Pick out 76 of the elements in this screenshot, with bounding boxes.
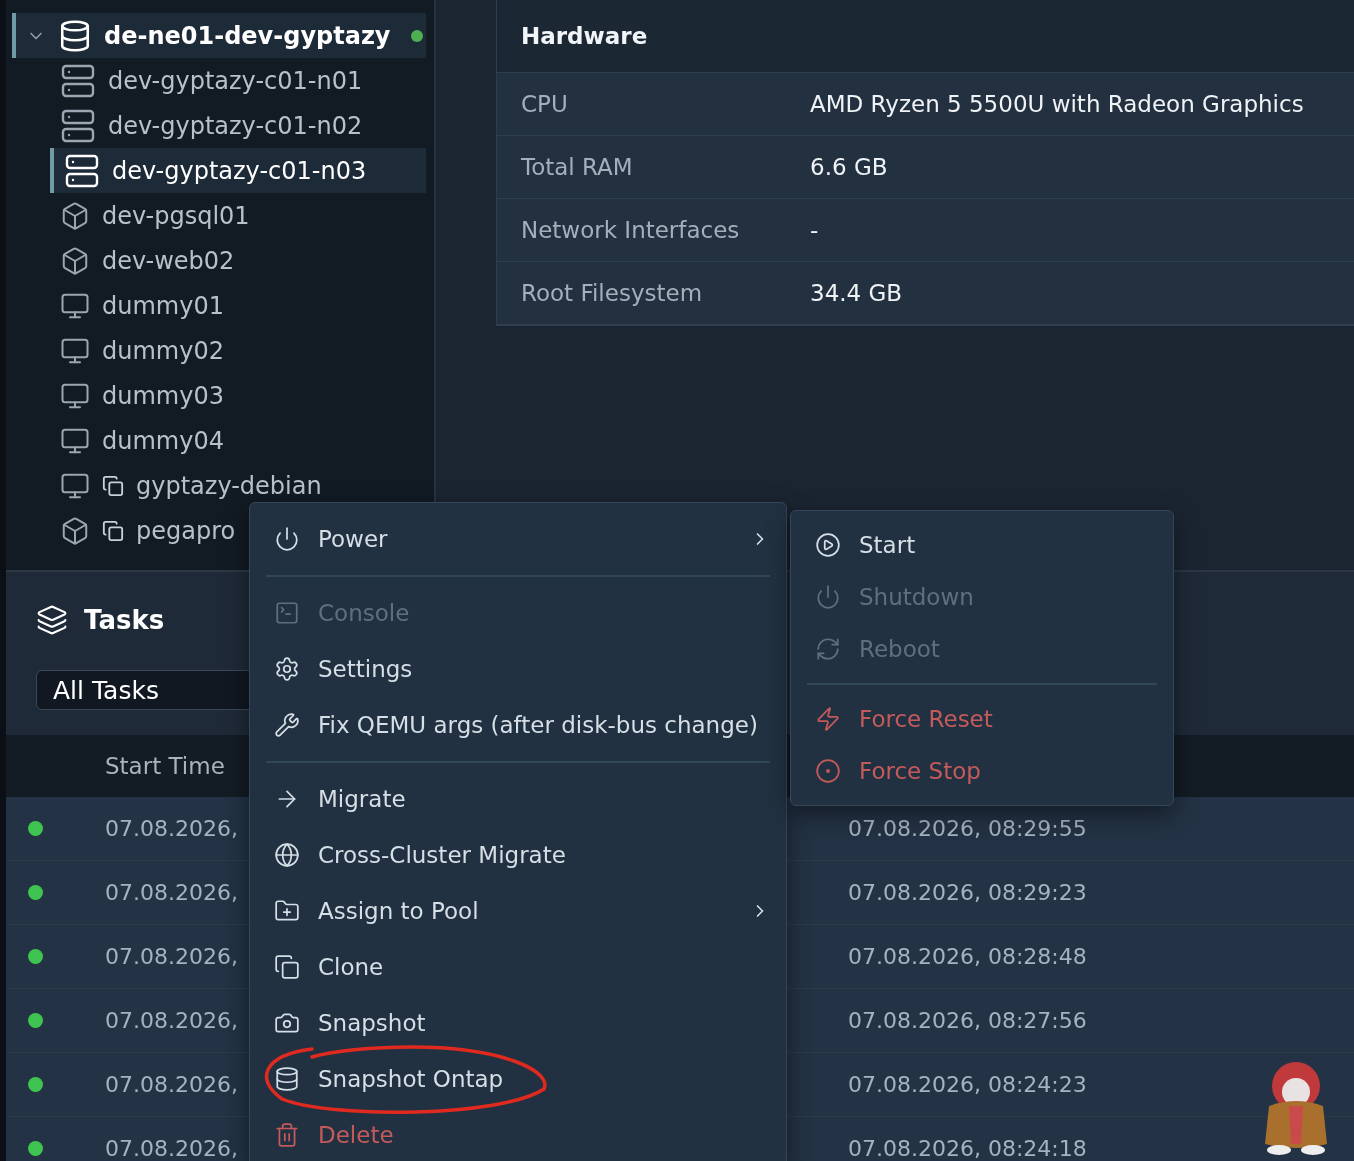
property-label: Root Filesystem xyxy=(521,280,704,306)
table-cell: 07.08.2026, xyxy=(105,880,238,905)
tree-item[interactable]: dummy01 xyxy=(50,283,426,328)
property-label: Total RAM xyxy=(521,154,634,180)
menu-item[interactable]: Start xyxy=(807,519,1157,571)
table-cell: 07.08.2026, xyxy=(105,944,238,969)
property-label: CPU xyxy=(521,91,569,117)
menu-item[interactable]: Cross-Cluster Migrate xyxy=(266,827,770,883)
property-value: - xyxy=(810,217,820,243)
tree-label: dev-gyptazy-c01-n03 xyxy=(112,156,367,185)
tree-label: dev-gyptazy-c01-n01 xyxy=(108,66,363,95)
tree-item[interactable]: gyptazy-debian xyxy=(50,463,426,508)
play-icon xyxy=(815,532,841,558)
tree-item[interactable]: dev-gyptazy-c01-n03 xyxy=(50,148,426,193)
panel-title: Hardware xyxy=(521,23,648,49)
table-cell: 07.08.2026, 08:24:23 xyxy=(848,1072,1087,1097)
server-icon xyxy=(64,152,100,189)
tree-label: pegapro xyxy=(136,516,236,545)
layers-icon xyxy=(36,604,68,636)
menu-item[interactable]: Clone xyxy=(266,939,770,995)
database-icon xyxy=(274,1066,300,1092)
section-title: Tasks xyxy=(84,605,165,635)
tree-label: dev-web02 xyxy=(102,246,235,275)
menu-item[interactable]: Snapshot xyxy=(266,995,770,1051)
tree-label: dummy02 xyxy=(102,336,224,365)
table-cell: 07.08.2026, 08:24:18 xyxy=(848,1136,1087,1161)
wrench-icon xyxy=(274,712,300,738)
menu-item[interactable]: Assign to Pool xyxy=(266,883,770,939)
property-value: 34.4 GB xyxy=(810,280,904,306)
tree-label: de-ne01-dev-gyptazy xyxy=(104,21,391,50)
tree-label: dev-pgsql01 xyxy=(102,201,250,230)
tree-item[interactable]: dev-gyptazy-c01-n02 xyxy=(50,103,426,148)
tree-item[interactable]: dummy02 xyxy=(50,328,426,373)
tree-item[interactable]: de-ne01-dev-gyptazy xyxy=(12,13,426,58)
tree-item[interactable]: dummy04 xyxy=(50,418,426,463)
tree-label: gyptazy-debian xyxy=(136,471,322,500)
cube-icon xyxy=(60,200,90,231)
table-cell: 07.08.2026, 08:29:23 xyxy=(848,880,1087,905)
stop-icon xyxy=(815,758,841,784)
camera-icon xyxy=(274,1010,300,1036)
server-icon xyxy=(60,107,96,144)
property-value: 6.6 GB xyxy=(810,154,889,180)
tree-item[interactable]: dummy03 xyxy=(50,373,426,418)
table-cell: 07.08.2026, xyxy=(105,816,238,841)
folder-plus-icon xyxy=(274,898,300,924)
tree-label: dummy01 xyxy=(102,291,224,320)
lightning-icon xyxy=(815,706,841,732)
table-cell: 07.08.2026, xyxy=(105,1072,238,1097)
tree-label: dev-gyptazy-c01-n02 xyxy=(108,111,363,140)
table-cell: 07.08.2026, 08:28:48 xyxy=(848,944,1087,969)
globe-icon xyxy=(274,842,300,868)
tree-label: dummy04 xyxy=(102,426,224,455)
cube-icon xyxy=(60,245,90,276)
property-label: Network Interfaces xyxy=(521,217,741,243)
server-icon xyxy=(60,62,96,99)
settings-icon xyxy=(274,656,300,682)
cube-icon xyxy=(60,515,90,546)
menu-item[interactable]: Power xyxy=(266,511,770,567)
menu-item[interactable]: Snapshot Ontap xyxy=(266,1051,770,1107)
tree-item[interactable]: dev-gyptazy-c01-n01 xyxy=(50,58,426,103)
table-cell: 07.08.2026, xyxy=(105,1008,238,1033)
property-value: AMD Ryzen 5 5500U with Radeon Graphics xyxy=(810,91,1305,117)
tree-item[interactable]: dev-web02 xyxy=(50,238,426,283)
menu-item[interactable]: Migrate xyxy=(266,771,770,827)
tree-label: dummy03 xyxy=(102,381,224,410)
copy-icon xyxy=(274,954,300,980)
power-icon xyxy=(815,584,841,610)
power-icon xyxy=(274,526,300,552)
table-cell: 07.08.2026, xyxy=(105,1136,238,1161)
table-cell: 07.08.2026, 08:29:55 xyxy=(848,816,1087,841)
table-cell: 07.08.2026, 08:27:56 xyxy=(848,1008,1087,1033)
database-icon xyxy=(58,18,92,53)
trash-icon xyxy=(274,1122,300,1148)
tree-item[interactable]: dev-pgsql01 xyxy=(50,193,426,238)
refresh-icon xyxy=(815,636,841,662)
terminal-icon xyxy=(274,600,300,626)
